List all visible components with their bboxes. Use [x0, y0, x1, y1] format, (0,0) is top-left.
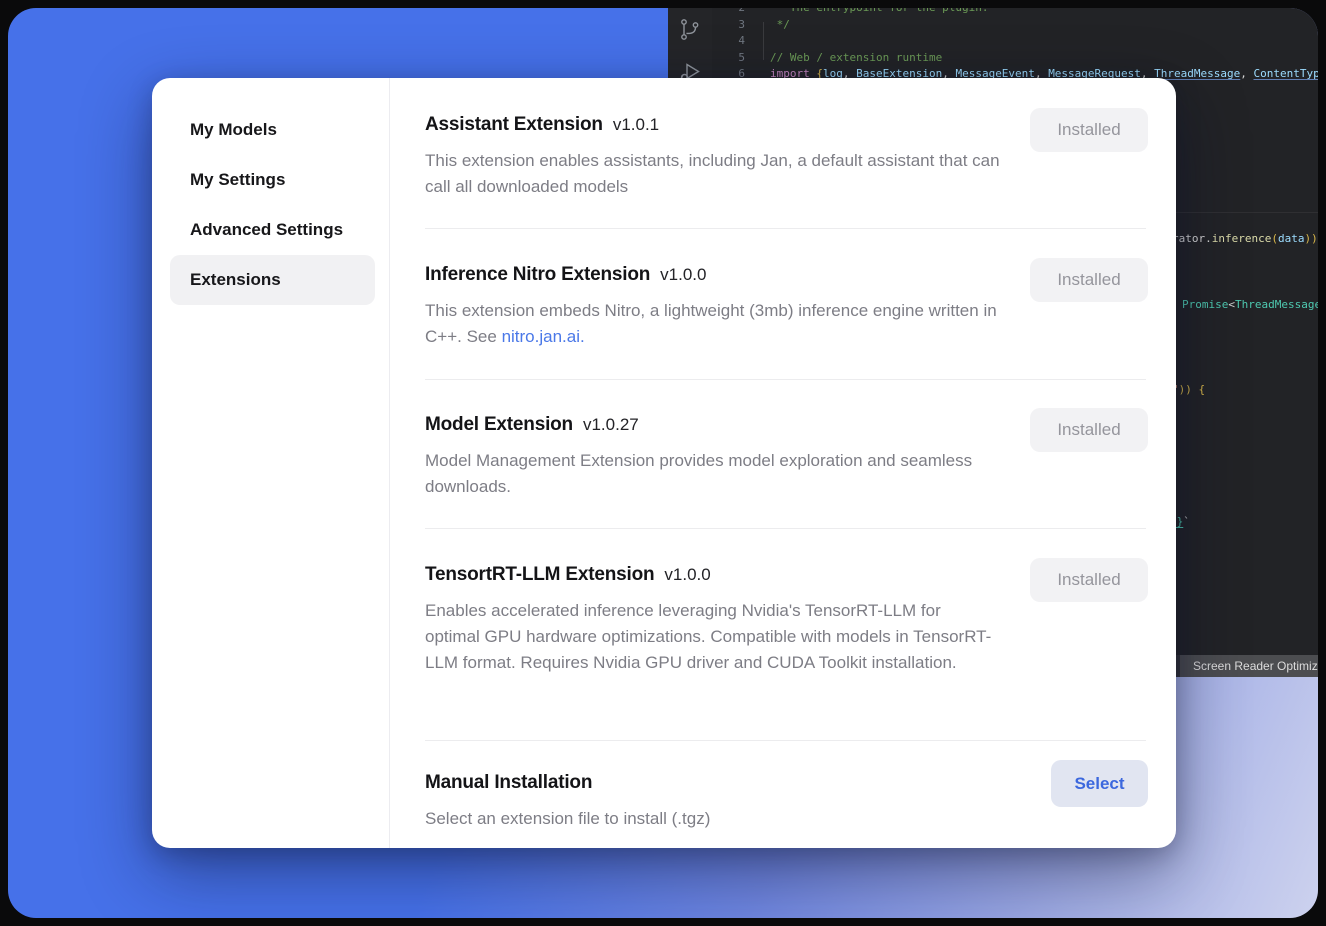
code-line: 3 */: [668, 17, 1318, 34]
installed-button[interactable]: Installed: [1030, 258, 1148, 302]
extension-name: TensortRT-LLM Extension: [425, 562, 654, 588]
identifier: ThreadMessage: [1154, 67, 1240, 80]
select-button[interactable]: Select: [1051, 760, 1148, 807]
code-text: * The entrypoint for the plugin.: [770, 8, 989, 17]
extension-name: Inference Nitro Extension: [425, 262, 650, 288]
extension-description: This extension embeds Nitro, a lightweig…: [425, 298, 1000, 350]
settings-sidebar: My Models My Settings Advanced Settings …: [152, 78, 390, 848]
extension-description: Model Management Extension provides mode…: [425, 448, 1000, 500]
sidebar-item-my-settings[interactable]: My Settings: [170, 155, 375, 205]
line-number: 5: [668, 50, 745, 67]
extension-name: Assistant Extension: [425, 112, 603, 138]
code-line: 5 // Web / extension runtime: [668, 50, 1318, 67]
manual-installation-entry: Manual Installation Select an extension …: [425, 768, 1148, 832]
screen-reader-optimized-item[interactable]: Screen Reader Optimized: [1180, 655, 1318, 677]
extension-entry-tensorrt: TensortRT-LLM Extension v1.0.0 Enables a…: [425, 560, 1148, 676]
code-text: */: [770, 17, 790, 34]
extension-version: v1.0.0: [664, 562, 710, 588]
settings-modal: My Models My Settings Advanced Settings …: [152, 78, 1176, 848]
code-line: 4: [668, 33, 1318, 50]
divider: [425, 528, 1146, 529]
extension-version: v1.0.0: [660, 262, 706, 288]
extension-description: This extension enables assistants, inclu…: [425, 148, 1000, 200]
code-text: // Web / extension runtime: [770, 50, 942, 67]
code-fragment: Promise<ThreadMessage>: [1182, 298, 1318, 311]
sidebar-item-my-models[interactable]: My Models: [170, 105, 375, 155]
code-line: 2 * The entrypoint for the plugin.: [668, 8, 1318, 17]
nitro-jan-ai-link[interactable]: nitro.jan.ai.: [502, 327, 585, 346]
installed-button[interactable]: Installed: [1030, 408, 1148, 452]
extension-entry-assistant: Assistant Extension v1.0.1 This extensio…: [425, 110, 1148, 200]
installed-button[interactable]: Installed: [1030, 558, 1148, 602]
line-number: 2: [668, 8, 745, 17]
extension-version: v1.0.27: [583, 412, 639, 438]
divider: [425, 379, 1146, 380]
extension-description: Enables accelerated inference leveraging…: [425, 598, 1000, 676]
divider: [425, 228, 1146, 229]
extension-title: Manual Installation: [425, 768, 1148, 796]
code-fragment: rator.inference(data));: [1172, 232, 1318, 245]
hero-background: 2 * The entrypoint for the plugin. 3 */ …: [8, 8, 1318, 918]
code-fragment: ")) {: [1172, 383, 1205, 396]
extension-entry-model: Model Extension v1.0.27 Model Management…: [425, 410, 1148, 500]
indent-guide: [763, 22, 764, 60]
sidebar-item-advanced-settings[interactable]: Advanced Settings: [170, 205, 375, 255]
extension-name: Model Extension: [425, 412, 573, 438]
extension-version: v1.0.1: [613, 112, 659, 138]
sidebar-item-extensions[interactable]: Extensions: [170, 255, 375, 305]
divider: [425, 740, 1146, 741]
identifier: ContentType: [1254, 67, 1319, 80]
line-number: 3: [668, 17, 745, 34]
extension-entry-nitro: Inference Nitro Extension v1.0.0 This ex…: [425, 260, 1148, 350]
code-lines: 2 * The entrypoint for the plugin. 3 */ …: [668, 8, 1318, 83]
installed-button[interactable]: Installed: [1030, 108, 1148, 152]
line-number: 4: [668, 33, 745, 50]
extension-description: Select an extension file to install (.tg…: [425, 806, 1000, 832]
extension-name: Manual Installation: [425, 770, 592, 796]
extensions-list: Assistant Extension v1.0.1 This extensio…: [425, 78, 1148, 848]
